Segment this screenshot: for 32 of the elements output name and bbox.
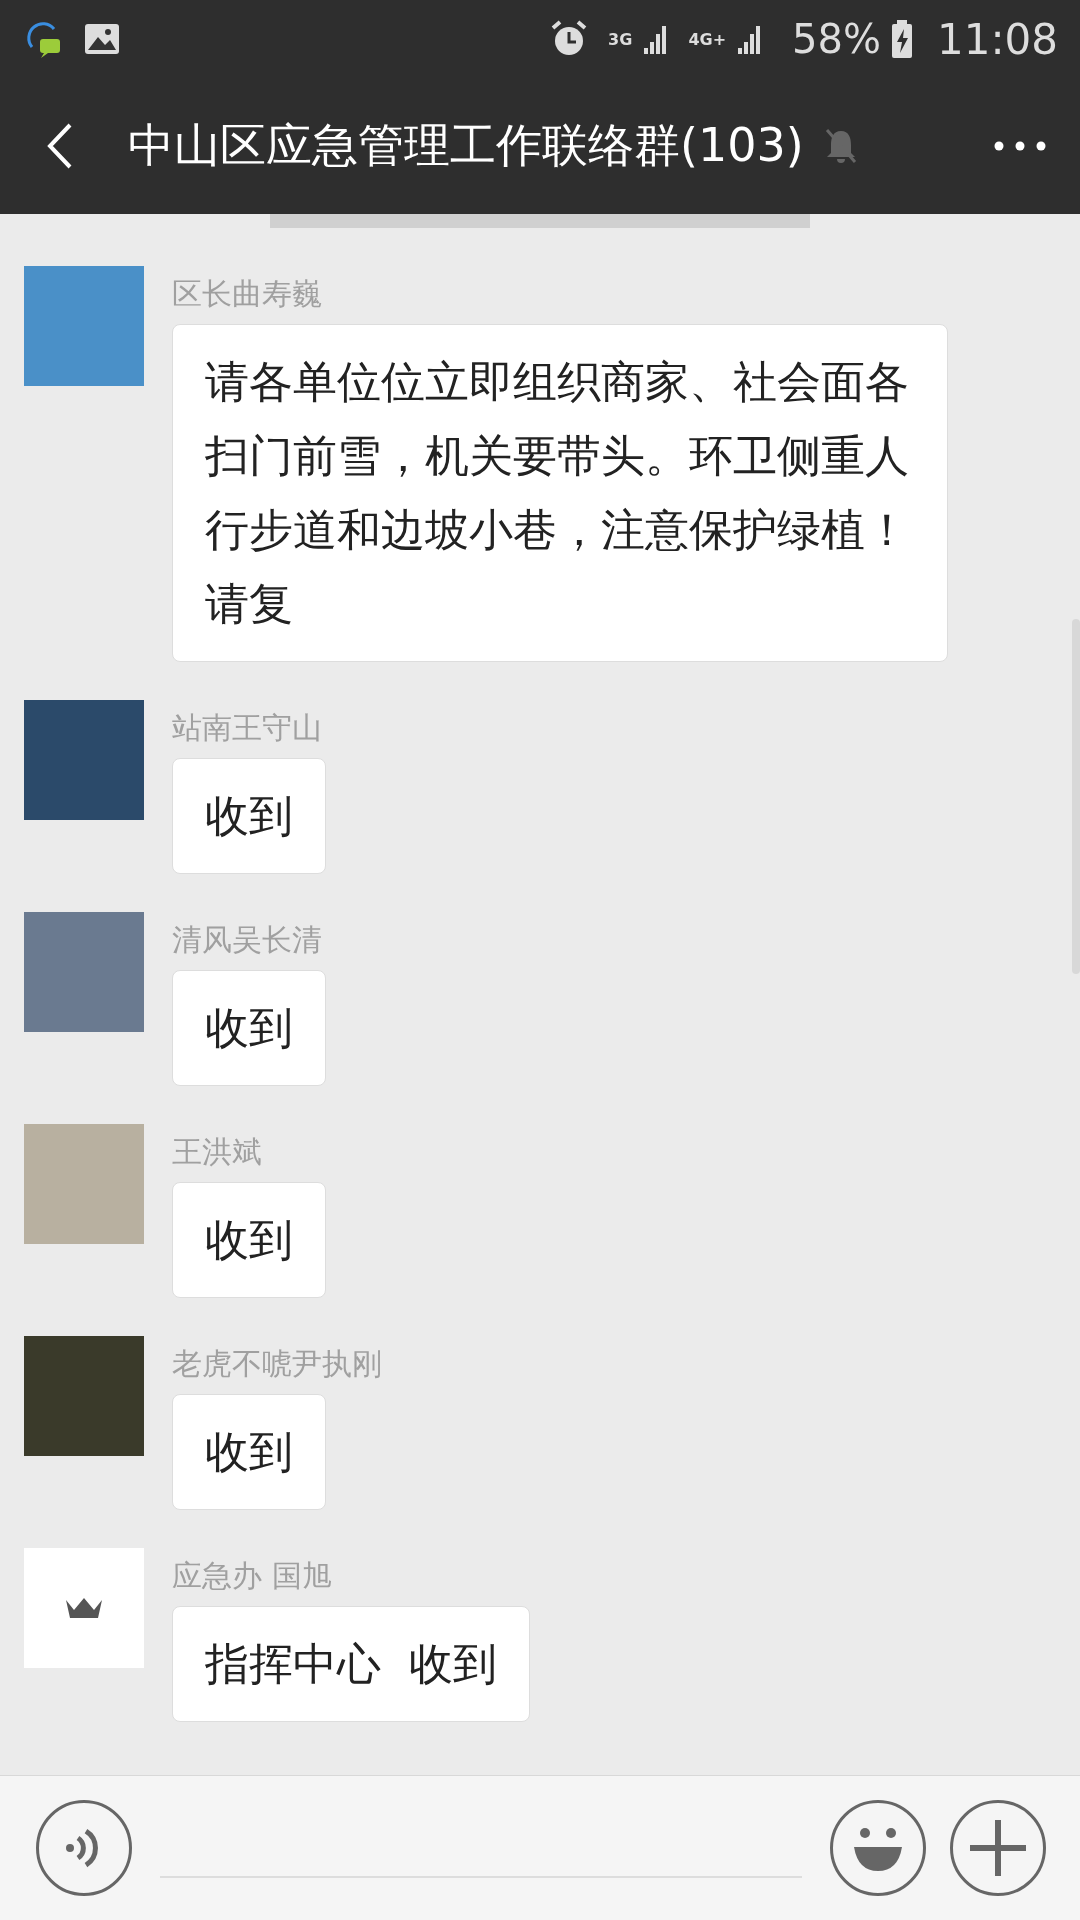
sender-name: 王洪斌 — [172, 1134, 262, 1170]
sender-name: 应急办 国旭 — [172, 1558, 332, 1594]
avatar-photo-placeholder[interactable] — [24, 700, 144, 820]
sender-name: 清风吴长清 — [172, 922, 322, 958]
clock-time: 11:08 — [936, 14, 1058, 64]
message-bubble[interactable]: 请各单位位立即组织商家、社会面各扫门前雪，机关要带头。环卫侧重人行步道和边坡小巷，注意保护绿植！请复 — [172, 324, 948, 662]
add-button[interactable] — [950, 1800, 1046, 1896]
message-bubble[interactable]: 收到 — [172, 1394, 326, 1510]
battery-charging-icon — [890, 20, 913, 58]
signal-icon — [642, 24, 669, 54]
sender-name: 站南王守山 — [172, 710, 322, 746]
message-bubble[interactable]: 收到 — [172, 1182, 326, 1298]
image-icon — [84, 23, 120, 55]
avatar[interactable] — [24, 1548, 144, 1668]
emoji-button[interactable] — [830, 1800, 926, 1896]
avatar-photo-placeholder[interactable] — [24, 1124, 144, 1244]
crown-icon — [64, 1596, 104, 1620]
network-label: 4G+ — [688, 29, 727, 49]
battery-percentage: 58% — [792, 16, 881, 62]
avatar-photo-placeholder[interactable] — [24, 266, 144, 386]
chat-title: 中山区应急管理工作联络群(103) — [128, 117, 804, 174]
network-label: 3G — [608, 29, 633, 49]
alarm-clock-icon — [550, 20, 589, 58]
plus-icon — [970, 1820, 1026, 1876]
message-bubble[interactable]: 指挥中心 收到 — [172, 1606, 530, 1722]
sender-name: 老虎不唬尹执刚 — [172, 1346, 382, 1382]
avatar-photo-placeholder[interactable] — [24, 912, 144, 1032]
avatar-photo-placeholder[interactable] — [24, 1336, 144, 1456]
message-bubble[interactable]: 收到 — [172, 970, 326, 1086]
voice-button[interactable] — [36, 1800, 132, 1896]
message-bubble[interactable]: 收到 — [172, 758, 326, 874]
sender-name: 区长曲寿巍 — [172, 276, 322, 312]
